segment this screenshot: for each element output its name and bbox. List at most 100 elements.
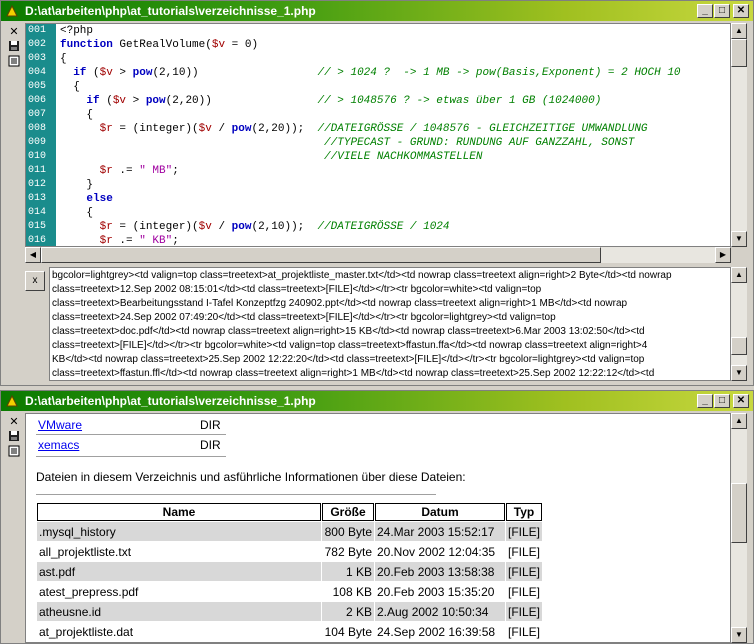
horizontal-scroll-thumb[interactable] — [41, 247, 601, 263]
code-line[interactable]: 013 else — [26, 192, 730, 206]
browser-scroll-up-arrow-icon[interactable]: ▲ — [731, 413, 747, 429]
line-number: 003 — [28, 53, 47, 64]
file-table: Name Größe Datum Typ .mysql_history 800 B… — [36, 502, 543, 642]
table-row[interactable]: .mysql_history 800 Byte 24.Mar 2003 15:52:… — [37, 522, 543, 541]
close-button[interactable]: ✕ — [733, 394, 749, 408]
document-icon[interactable] — [7, 55, 21, 69]
scroll-down-arrow-icon[interactable]: ▼ — [731, 231, 747, 247]
output-pane[interactable]: bgcolor=lightgrey><td valign=top class=t… — [49, 267, 731, 381]
scroll-right-arrow-icon[interactable]: ▶ — [715, 247, 731, 263]
output-scroll-down-arrow-icon[interactable]: ▼ — [731, 365, 747, 381]
output-close-button[interactable]: x — [25, 271, 45, 291]
editor-title-bar[interactable]: D:\at\arbeiten\php\at_tutorials\verzeich… — [1, 1, 753, 21]
browser-content[interactable]: VMware DIR xemacs DIR Dateien in diesem … — [25, 413, 731, 643]
table-row[interactable]: atest_prepress.pdf 108 KB 20.Feb 2003 15:3… — [37, 582, 543, 601]
close-button[interactable]: ✕ — [733, 4, 749, 18]
save-icon[interactable] — [7, 430, 21, 444]
file-size-cell: 1 KB — [322, 562, 374, 581]
output-line: class=treetext>ffastun.ffl</td><td nowra… — [52, 368, 655, 379]
close-doc-icon[interactable]: ✕ — [7, 415, 21, 429]
file-date-cell: 2.Aug 2002 10:50:34 — [375, 602, 505, 621]
code-token: //DATEIGRÖSSE / 1048576 - GLEICHZEITIGE … — [317, 123, 648, 135]
code-line[interactable]: 011 $r .= " MB"; — [26, 164, 730, 178]
file-date-cell: 20.Nov 2002 12:04:35 — [375, 542, 505, 561]
maximize-button[interactable]: □ — [714, 4, 730, 18]
browser-vertical-scrollbar[interactable]: ▲ ▼ — [731, 413, 747, 643]
col-header-date[interactable]: Datum — [375, 503, 505, 521]
code-line[interactable]: 009 //TYPECAST - GRUND: RUNDUNG AUF GANZ… — [26, 136, 730, 150]
code-line[interactable]: 003 { — [26, 52, 730, 66]
code-token: // > 1024 ? -> 1 MB -> pow(Basis,Exponen… — [317, 67, 681, 79]
line-number: 010 — [28, 151, 47, 162]
table-row[interactable]: at_projektliste.dat 104 Byte 24.Sep 2002 1… — [37, 622, 543, 641]
code-token: ( — [99, 95, 113, 107]
dir-link[interactable]: xemacs — [38, 438, 79, 452]
file-type-cell: [FILE] — [506, 562, 543, 581]
code-token: $v — [198, 123, 212, 135]
document-icon[interactable] — [7, 445, 21, 459]
code-token: pow — [231, 221, 252, 233]
minimize-button[interactable]: _ — [697, 394, 713, 408]
file-name-cell: at_projektliste.dat — [37, 622, 321, 641]
minimize-button[interactable]: _ — [697, 4, 713, 18]
browser-title-bar[interactable]: D:\at\arbeiten\php\at_tutorials\verzeich… — [1, 391, 753, 411]
col-header-type[interactable]: Typ — [506, 503, 543, 521]
code-line[interactable]: 007 { — [26, 108, 730, 122]
close-doc-icon[interactable]: ✕ — [7, 25, 21, 39]
col-header-size[interactable]: Größe — [322, 503, 374, 521]
code-line[interactable]: 015 $r = (integer)($v / pow(2,10)); //DA… — [26, 220, 730, 234]
scroll-up-arrow-icon[interactable]: ▲ — [731, 23, 747, 39]
save-icon[interactable] — [7, 40, 21, 54]
browser-scroll-thumb[interactable] — [731, 483, 747, 543]
code-text: $r .= " KB"; — [60, 234, 179, 247]
code-line[interactable]: 004 if ($v > pow(2,10)) // > 1024 ? -> 1… — [26, 66, 730, 80]
table-row[interactable]: ast.pdf 1 KB 20.Feb 2003 13:58:38 [FILE] — [37, 562, 543, 581]
editor-vertical-scrollbar[interactable]: ▲ ▼ — [731, 23, 747, 247]
code-text: { — [60, 52, 67, 66]
col-header-name[interactable]: Name — [37, 503, 321, 521]
code-token: { — [60, 207, 94, 219]
code-line[interactable]: 001 <?php — [26, 24, 730, 38]
code-line[interactable]: 008 $r = (integer)($v / pow(2,20)); //DA… — [26, 122, 730, 136]
browser-title: D:\at\arbeiten\php\at_tutorials\verzeich… — [25, 394, 316, 408]
line-number: 012 — [28, 179, 47, 190]
browser-scroll-down-arrow-icon[interactable]: ▼ — [731, 627, 747, 643]
output-vertical-scrollbar[interactable]: ▲ ▼ — [731, 267, 747, 381]
editor-horizontal-scrollbar[interactable]: ◀ ▶ — [25, 247, 731, 263]
code-editor[interactable]: 001 <?php 002 function GetRealVolume($v = 0… — [25, 23, 731, 247]
output-line: class=treetext>[FILE]</td></tr><tr bgcol… — [52, 340, 648, 351]
code-token: " MB" — [139, 165, 173, 177]
code-line[interactable]: 010 //VIELE NACHKOMMASTELLEN — [26, 150, 730, 164]
code-line[interactable]: 016 $r .= " KB"; — [26, 234, 730, 247]
scroll-thumb[interactable] — [731, 39, 747, 67]
code-text: { — [60, 108, 93, 122]
file-size-cell: 2 KB — [322, 602, 374, 621]
code-token: //DATEIGRÖSSE / 1024 — [317, 221, 450, 233]
output-scroll-thumb[interactable] — [731, 337, 747, 355]
line-number: 014 — [28, 207, 47, 218]
dir-link[interactable]: VMware — [38, 418, 82, 432]
code-line[interactable]: 005 { — [26, 80, 730, 94]
code-text: else — [60, 192, 112, 206]
output-scroll-up-arrow-icon[interactable]: ▲ — [731, 267, 747, 283]
code-token: $r — [99, 235, 113, 247]
table-row[interactable]: all_projektliste.txt 782 Byte 20.Nov 2002 … — [37, 542, 543, 561]
code-line[interactable]: 014 { — [26, 206, 730, 220]
code-token: $v — [112, 95, 127, 107]
code-token: { — [60, 53, 67, 65]
code-text: <?php — [60, 24, 93, 38]
code-line[interactable]: 012 } — [26, 178, 730, 192]
scroll-left-arrow-icon[interactable]: ◀ — [25, 247, 41, 263]
code-token: GetRealVolume( — [112, 39, 212, 51]
code-line[interactable]: 006 if ($v > pow(2,20)) // > 1048576 ? -… — [26, 94, 730, 108]
code-token: pow — [231, 123, 252, 135]
maximize-button[interactable]: □ — [714, 394, 730, 408]
editor-window: D:\at\arbeiten\php\at_tutorials\verzeich… — [0, 0, 754, 386]
code-token: ; — [172, 165, 179, 177]
code-text: if ($v > pow(2,20)) // > 1048576 ? -> et… — [60, 94, 601, 108]
code-line[interactable]: 002 function GetRealVolume($v = 0) — [26, 38, 730, 52]
table-row[interactable]: atheusne.id 2 KB 2.Aug 2002 10:50:34 [FILE] — [37, 602, 543, 621]
